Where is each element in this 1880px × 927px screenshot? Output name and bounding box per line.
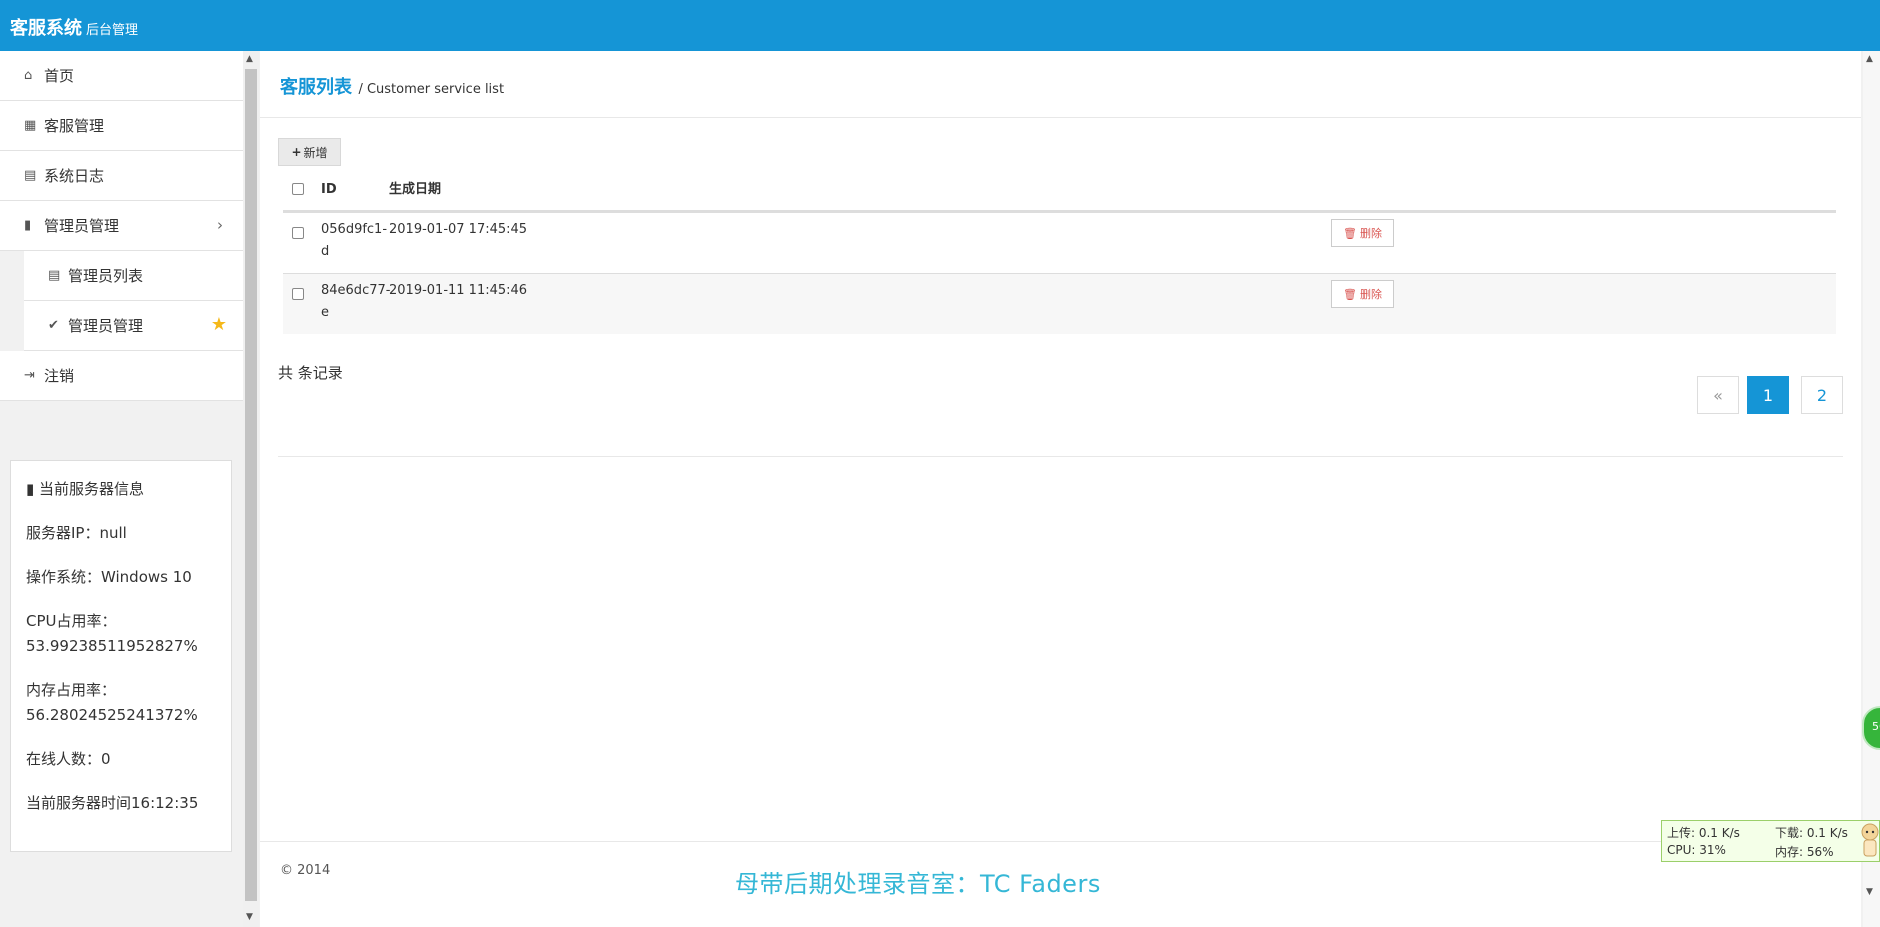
- delete-button[interactable]: 🗑 删除: [1331, 280, 1394, 308]
- server-cpu-value: 53.99238511952827%: [26, 637, 198, 655]
- row-date: 2019-01-11 11:45:46: [389, 283, 528, 298]
- sidebar-scroll-thumb[interactable]: [245, 69, 257, 901]
- home-icon: ⌂: [24, 68, 33, 83]
- server-time: 当前服务器时间16:12:35: [26, 794, 199, 812]
- sidebar-subitem-admin-manage[interactable]: ✔ 管理员管理 ★: [24, 301, 243, 351]
- delete-button[interactable]: 🗑 删除: [1331, 219, 1394, 247]
- server-info-title: ▮ 当前服务器信息: [26, 480, 145, 498]
- trash-icon: 🗑: [1343, 226, 1357, 240]
- server-mem-label: 内存占用率：: [26, 681, 117, 699]
- row-date: 2019-01-07 17:45:45: [389, 222, 528, 237]
- file-icon: ▮: [24, 218, 32, 233]
- record-count: 共 条记录: [278, 364, 343, 382]
- upload-speed: 上传: 0.1 K/s: [1667, 826, 1740, 840]
- content-divider: [278, 456, 1843, 457]
- brand-subtitle: 后台管理: [86, 23, 139, 38]
- row-id: 056d9fc1- d: [321, 222, 388, 259]
- sidebar-item-logout[interactable]: ⇥ 注销: [0, 351, 243, 401]
- sidebar-item-admin-manage[interactable]: ▮ 管理员管理 ›: [0, 201, 243, 251]
- sign-out-icon: ⇥: [24, 368, 35, 383]
- page-subtitle: / Customer service list: [358, 82, 505, 97]
- server-os: 操作系统：Windows 10: [26, 568, 192, 586]
- server-info-panel: ▮ 当前服务器信息 服务器IP：null 操作系统：Windows 10 CPU…: [10, 460, 232, 852]
- server-ip: 服务器IP：null: [26, 524, 127, 542]
- memory-usage: 内存: 56%: [1775, 845, 1834, 859]
- sidebar-item-system-log[interactable]: ▤ 系统日志: [0, 151, 243, 201]
- bookmark-icon: ▮: [26, 480, 35, 498]
- sidebar-subitem-admin-list[interactable]: ▤ 管理员列表: [24, 251, 243, 301]
- row-checkbox[interactable]: [292, 288, 304, 300]
- column-header-id: ID: [321, 182, 337, 197]
- select-all-checkbox[interactable]: [292, 183, 304, 195]
- footer-copyright: © 2014: [280, 863, 331, 878]
- header-divider: [260, 117, 1861, 118]
- sidebar-item-label: 客服管理: [44, 117, 105, 135]
- row-checkbox[interactable]: [292, 227, 304, 239]
- server-cpu-label: CPU占用率：: [26, 612, 117, 630]
- main-content: 客服列表 / Customer service list + 新增 ID 生成日…: [260, 51, 1861, 927]
- calendar-icon: ▤: [48, 268, 61, 283]
- server-online-count: 在线人数：0: [26, 750, 111, 768]
- table-icon: ▦: [24, 118, 37, 133]
- scroll-down-icon[interactable]: ▼: [1866, 887, 1873, 897]
- pagination-page-2[interactable]: 2: [1801, 376, 1843, 414]
- sidebar-item-label: 管理员列表: [68, 267, 144, 285]
- table-row: 84e6dc77- e 2019-01-11 11:45:46 🗑 删除: [283, 273, 1836, 334]
- sidebar-item-service-manage[interactable]: ▦ 客服管理: [0, 101, 243, 151]
- sidebar-item-label: 管理员管理: [44, 217, 120, 235]
- sidebar-item-label: 系统日志: [44, 167, 105, 185]
- download-speed: 下载: 0.1 K/s: [1775, 826, 1848, 840]
- pagination-prev[interactable]: «: [1697, 376, 1739, 414]
- footer-divider: [260, 841, 1861, 842]
- sidebar-item-label: 管理员管理: [68, 317, 144, 335]
- table-row: 056d9fc1- d 2019-01-07 17:45:45 🗑 删除: [283, 212, 1836, 273]
- check-icon: ✔: [48, 318, 59, 333]
- sidebar-item-home[interactable]: ⌂ 首页: [0, 51, 243, 101]
- row-id: 84e6dc77- e: [321, 283, 391, 320]
- scroll-up-icon[interactable]: ▲: [1866, 54, 1873, 64]
- calendar-icon: ▤: [24, 168, 37, 183]
- pagination-page-1[interactable]: 1: [1747, 376, 1789, 414]
- add-button[interactable]: + 新增: [278, 138, 341, 166]
- trash-icon: 🗑: [1343, 287, 1357, 301]
- star-icon: ★: [210, 314, 227, 335]
- scroll-up-icon[interactable]: ▲: [246, 54, 253, 64]
- sidebar-scrollbar[interactable]: ▲ ▼: [243, 51, 259, 927]
- top-navbar: 客服系统 后台管理: [0, 0, 1880, 51]
- cpu-usage: CPU: 31%: [1667, 843, 1726, 857]
- page-header: 客服列表 / Customer service list: [280, 73, 504, 99]
- sidebar-item-label: 注销: [44, 367, 75, 385]
- server-mem-value: 56.28024525241372%: [26, 706, 198, 724]
- scroll-down-icon[interactable]: ▼: [246, 912, 253, 922]
- sidebar-item-label: 首页: [44, 67, 75, 85]
- main-scrollbar[interactable]: ▲ ▼: [1863, 51, 1880, 927]
- brand[interactable]: 客服系统 后台管理: [10, 14, 138, 40]
- plus-icon: +: [291, 145, 302, 159]
- network-monitor-widget[interactable]: 上传: 0.1 K/s 下载: 0.1 K/s CPU: 31% 内存: 56%: [1661, 820, 1880, 862]
- page-title: 客服列表: [280, 77, 352, 98]
- video-watermark: 母带后期处理录音室：TC Faders: [735, 870, 1101, 898]
- brand-title: 客服系统: [10, 18, 82, 39]
- chevron-right-icon: ›: [217, 216, 223, 234]
- sidebar: ⌂ 首页 ▦ 客服管理 ▤ 系统日志 ▮ 管理员管理 › ▤ 管理员列表 ✔ 管…: [0, 51, 243, 927]
- column-header-date: 生成日期: [389, 182, 442, 197]
- mascot-icon: [1861, 823, 1879, 857]
